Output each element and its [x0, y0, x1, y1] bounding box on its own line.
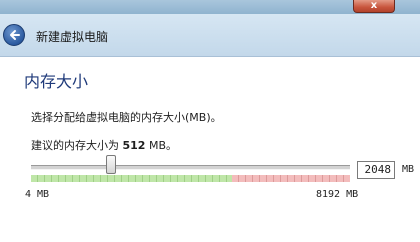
window-titlebar: x — [0, 0, 420, 14]
recommendation-suffix: MB。 — [145, 139, 178, 152]
wizard-header: 新建虚拟电脑 — [0, 14, 420, 57]
close-icon: x — [370, 0, 378, 11]
recommendation-prefix: 建议的内存大小为 — [31, 139, 123, 152]
overcommit-range-segment — [231, 175, 350, 182]
page-title: 内存大小 — [24, 72, 89, 91]
memory-slider-track[interactable] — [31, 165, 350, 170]
wizard-title: 新建虚拟电脑 — [36, 30, 109, 44]
recommended-memory-text: 建议的内存大小为 512 MB。 — [31, 137, 177, 153]
memory-size-input[interactable]: 2048 — [357, 161, 395, 179]
memory-description: 选择分配给虚拟电脑的内存大小(MB)。 — [31, 111, 222, 124]
back-button[interactable] — [3, 24, 25, 46]
max-memory-label: 8192 MB — [316, 189, 359, 200]
memory-slider-thumb[interactable] — [105, 155, 116, 174]
safe-range-segment — [31, 175, 232, 182]
back-arrow-icon — [10, 30, 20, 40]
close-button[interactable]: x — [353, 0, 395, 13]
min-memory-label: 4 MB — [25, 189, 50, 200]
wizard-page: 内存大小 选择分配给虚拟电脑的内存大小(MB)。 建议的内存大小为 512 MB… — [0, 57, 420, 242]
memory-range-scale — [31, 175, 350, 182]
recommended-memory-value: 512 — [122, 139, 146, 152]
memory-unit-label: MB — [402, 164, 415, 175]
